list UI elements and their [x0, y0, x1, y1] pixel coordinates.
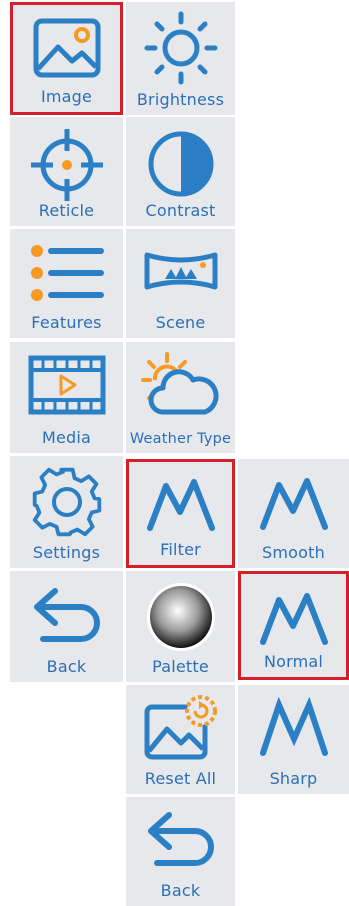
menu-item-brightness[interactable]: Brightness	[126, 2, 235, 115]
menu-item-label: Scene	[155, 313, 206, 332]
menu-item-label: Contrast	[145, 201, 216, 220]
features-list-icon	[30, 245, 104, 301]
menu-item-reticle[interactable]: Reticle	[10, 117, 123, 226]
menu-item-smooth[interactable]: Smooth	[238, 459, 349, 568]
menu-item-label: Brightness	[136, 90, 225, 109]
menu-item-label: Filter	[160, 540, 201, 559]
menu-item-weather-type[interactable]: Weather Type	[126, 342, 235, 453]
back-arrow-icon	[147, 812, 214, 866]
menu-item-settings[interactable]: Settings	[10, 456, 123, 568]
menu-item-label: Weather Type	[129, 431, 232, 447]
menu-item-label: Reticle	[38, 201, 95, 220]
normal-filter-icon	[259, 593, 328, 645]
menu-item-back-2[interactable]: Back	[126, 797, 235, 906]
menu-item-label: Back	[160, 881, 201, 900]
image-icon	[33, 18, 100, 78]
menu-item-label: Reset All	[144, 769, 217, 788]
back-arrow-icon	[33, 588, 100, 642]
menu-item-label: Settings	[32, 543, 101, 562]
menu-item-scene[interactable]: Scene	[126, 229, 235, 338]
sharp-filter-icon	[259, 697, 328, 756]
reset-image-icon	[144, 695, 217, 760]
menu-item-label: Image	[40, 87, 93, 106]
menu-item-reset-all[interactable]: Reset All	[126, 685, 235, 794]
menu-item-label: Media	[41, 428, 92, 447]
filter-icon	[146, 479, 215, 531]
menu-item-label: Smooth	[262, 543, 325, 562]
menu-item-palette[interactable]: Palette	[126, 571, 235, 682]
menu-item-features[interactable]: Features	[10, 229, 123, 338]
menu-item-image[interactable]: Image	[10, 2, 123, 115]
menu-item-contrast[interactable]: Contrast	[126, 117, 235, 226]
gear-icon	[32, 467, 101, 537]
menu-item-sharp[interactable]: Sharp	[238, 685, 349, 794]
scene-icon	[144, 252, 217, 290]
menu-item-label: Sharp	[269, 769, 318, 788]
menu-item-back[interactable]: Back	[10, 571, 123, 682]
reticle-icon	[30, 129, 103, 201]
menu-item-label: Palette	[152, 657, 209, 676]
sun-icon	[144, 11, 217, 85]
menu-item-label: Back	[46, 657, 87, 676]
contrast-icon	[148, 131, 213, 197]
menu-item-media[interactable]: Media	[10, 342, 123, 453]
media-film-icon	[28, 355, 105, 415]
menu-item-label: Normal	[263, 652, 324, 671]
menu-item-normal[interactable]: Normal	[238, 571, 349, 680]
weather-icon	[140, 352, 219, 415]
menu-item-label: Features	[31, 313, 102, 332]
menu-item-filter[interactable]: Filter	[126, 459, 235, 568]
smooth-filter-icon	[259, 478, 328, 530]
palette-icon	[146, 583, 215, 651]
